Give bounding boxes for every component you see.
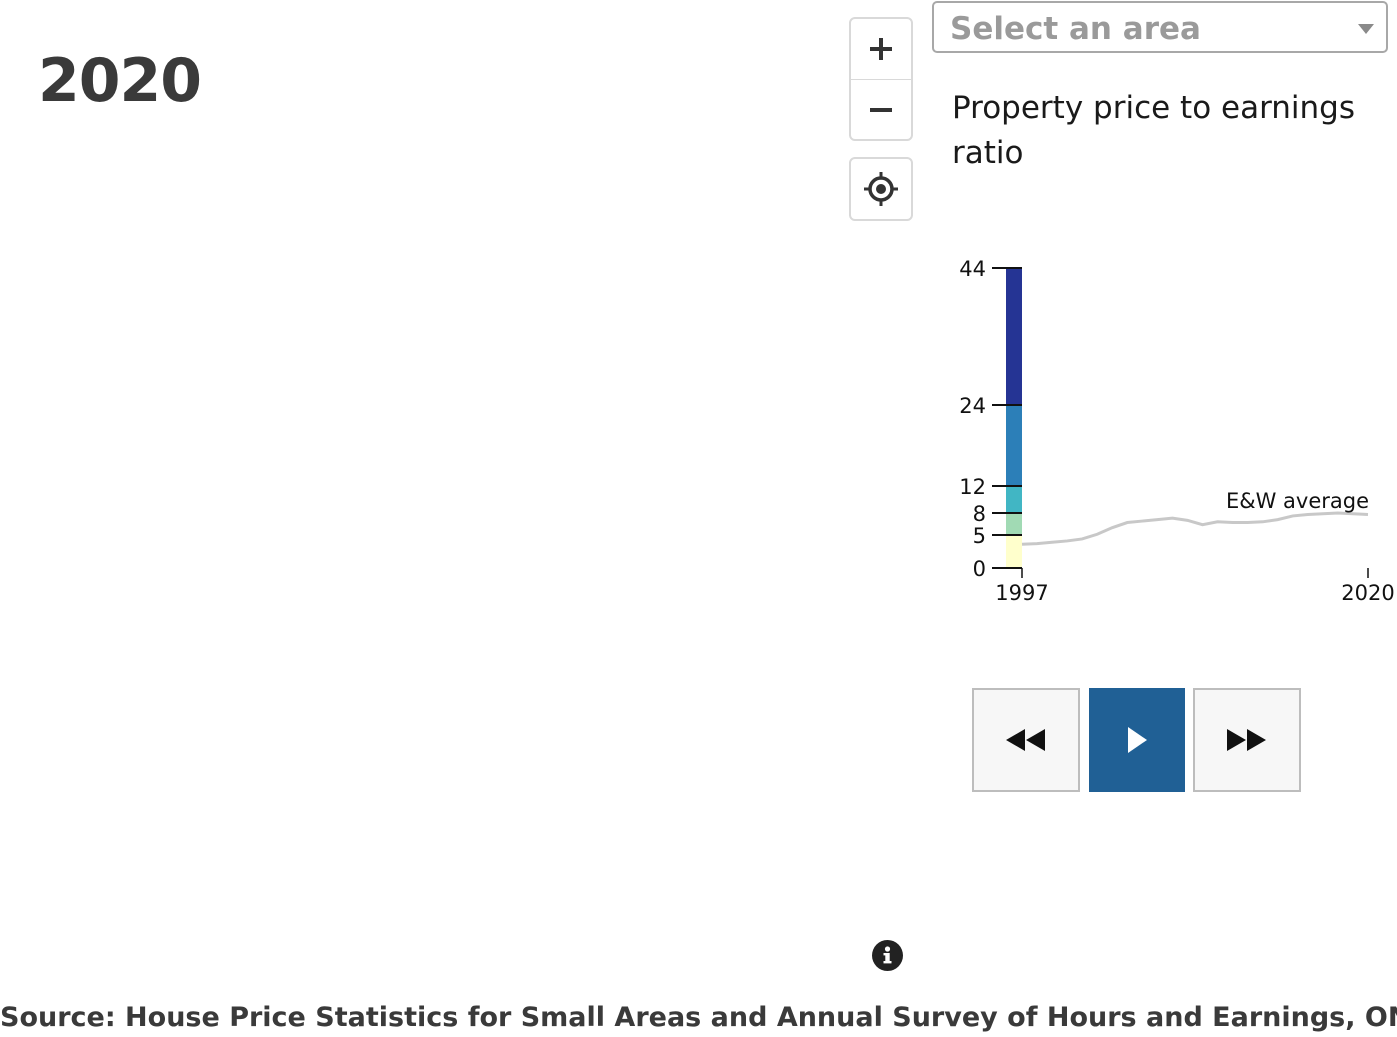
average-annotation: E&W average: [1226, 489, 1369, 513]
plus-icon: [870, 38, 892, 60]
year-heading: 2020: [38, 46, 202, 116]
x-tick-label: 1997: [995, 581, 1048, 605]
color-bin: [1006, 486, 1022, 513]
fast-forward-button[interactable]: [1193, 688, 1301, 792]
info-button[interactable]: [872, 940, 903, 971]
zoom-out-button[interactable]: [851, 80, 911, 140]
minus-icon: [870, 108, 892, 112]
locate-button[interactable]: [849, 157, 913, 221]
x-tick-label: 2020: [1341, 581, 1394, 605]
y-tick-label: 24: [959, 394, 986, 418]
chevron-down-icon: [1358, 24, 1374, 34]
play-button[interactable]: [1089, 688, 1185, 792]
zoom-controls: [849, 17, 913, 141]
average-line: [1021, 511, 1369, 546]
color-bin: [1006, 535, 1022, 568]
y-tick-label: 8: [973, 502, 986, 526]
area-select[interactable]: Select an area: [932, 1, 1388, 53]
color-bin: [1006, 513, 1022, 535]
zoom-in-button[interactable]: [851, 19, 911, 80]
y-tick-label: 12: [959, 475, 986, 499]
rewind-button[interactable]: [972, 688, 1080, 792]
color-bin: [1006, 268, 1022, 405]
crosshair-icon: [864, 172, 898, 206]
fast-forward-icon: [1227, 729, 1266, 751]
info-icon: [883, 946, 892, 964]
rewind-icon: [1006, 729, 1045, 751]
y-tick-label: 0: [973, 557, 986, 581]
source-text: Source: House Price Statistics for Small…: [0, 1002, 1397, 1033]
y-tick-label: 44: [959, 257, 986, 281]
color-bin: [1006, 405, 1022, 486]
legend-chart: 0 58 12 24 44 1997 2020 E&W average: [959, 257, 1394, 605]
play-icon: [1128, 727, 1147, 753]
area-select-placeholder: Select an area: [950, 11, 1201, 47]
legend-title: Property price to earnings ratio: [952, 90, 1356, 171]
y-tick-label: 5: [973, 524, 986, 548]
